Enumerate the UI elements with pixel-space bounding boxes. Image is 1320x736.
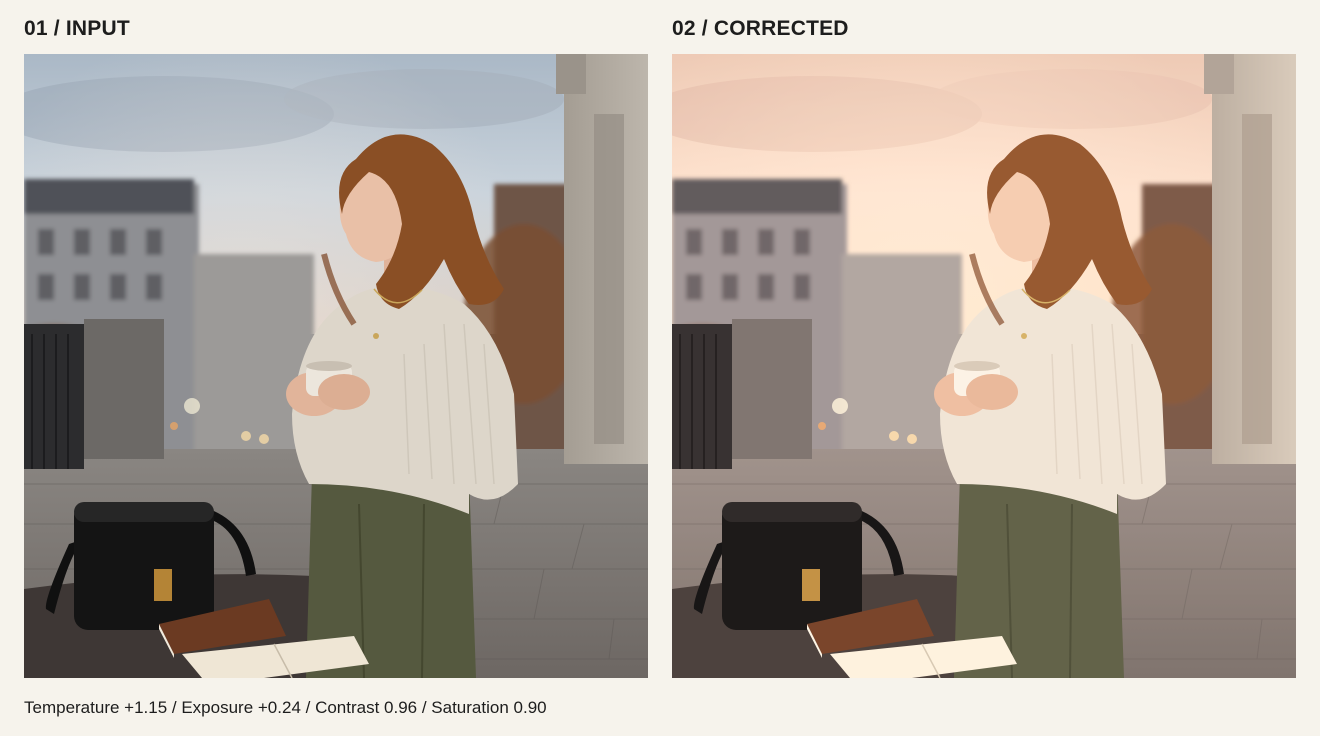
input-photo xyxy=(24,54,648,678)
pendant xyxy=(1021,333,1027,339)
bag-clasp xyxy=(802,569,820,601)
corrected-panel-title: 02 / CORRECTED xyxy=(672,17,849,40)
railing xyxy=(672,319,812,469)
railing xyxy=(24,319,164,469)
bag-clasp xyxy=(154,569,172,601)
corrected-photo-canvas xyxy=(672,54,1296,678)
adjustment-parameters-caption: Temperature +1.15 / Exposure +0.24 / Con… xyxy=(24,698,547,717)
input-photo-canvas xyxy=(24,54,648,678)
input-panel-title: 01 / INPUT xyxy=(24,17,130,40)
corrected-photo xyxy=(672,54,1296,678)
pendant xyxy=(373,333,379,339)
